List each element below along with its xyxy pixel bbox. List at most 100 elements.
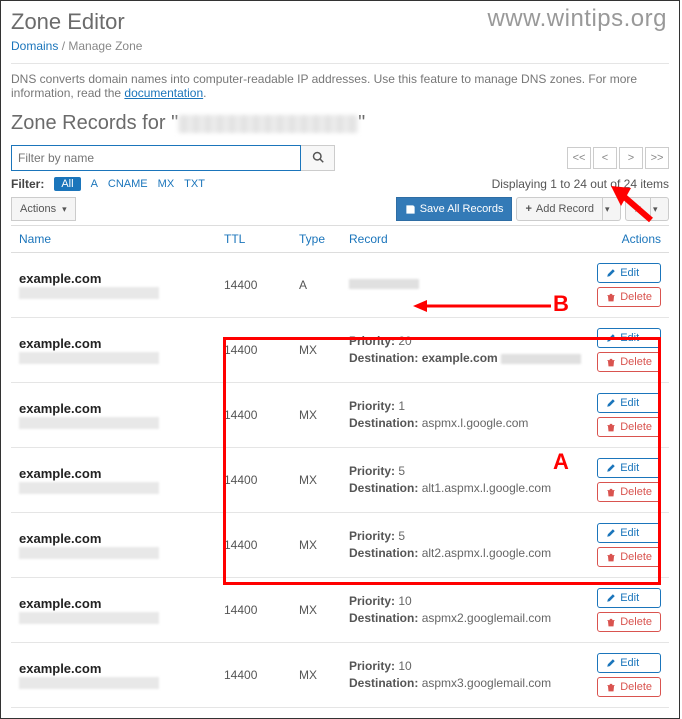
cell-name: example.com [11, 383, 216, 448]
record-name: example.com [19, 271, 101, 286]
table-row: example.com 14400MXPriority: 10Destinati… [11, 578, 669, 643]
actions-dropdown[interactable]: Actions▾ [11, 197, 76, 221]
pager-next[interactable]: > [619, 147, 643, 169]
filter-a[interactable]: A [91, 178, 98, 190]
pager-last[interactable]: >> [645, 147, 669, 169]
cell-actions: Edit Delete [589, 643, 669, 708]
pencil-icon [606, 463, 616, 473]
filter-mx[interactable]: MX [158, 178, 175, 190]
pencil-icon [606, 658, 616, 668]
cell-actions: Edit Delete [589, 318, 669, 383]
pager-prev[interactable]: < [593, 147, 617, 169]
edit-button[interactable]: Edit [597, 588, 661, 608]
cell-record: Priority: 10Destination: aspmx3.googlema… [341, 643, 589, 708]
filter-cname[interactable]: CNAME [108, 178, 148, 190]
record-name: example.com [19, 466, 101, 481]
edit-button[interactable]: Edit [597, 393, 661, 413]
zone-records-header: Zone Records for "" [11, 112, 669, 135]
edit-button[interactable]: Edit [597, 653, 661, 673]
delete-button[interactable]: Delete [597, 677, 661, 697]
delete-button[interactable]: Delete [597, 287, 661, 307]
annotation-arrow-b [413, 299, 553, 313]
col-type[interactable]: Type [291, 226, 341, 253]
cell-record: Priority: 1Destination: aspmx.l.google.c… [341, 383, 589, 448]
annotation-label-b: B [553, 291, 569, 317]
cell-type: MX [291, 513, 341, 578]
cell-actions: Edit Delete [589, 383, 669, 448]
documentation-link[interactable]: documentation [124, 86, 203, 100]
breadcrumb-current: Manage Zone [68, 39, 142, 53]
edit-button[interactable]: Edit [597, 458, 661, 478]
cell-name: example.com [11, 643, 216, 708]
record-name: example.com [19, 401, 101, 416]
table-row: example.com 14400MXPriority: 10Destinati… [11, 643, 669, 708]
cell-name: example.com [11, 578, 216, 643]
cell-ttl: 14400 [216, 448, 291, 513]
cell-name: example.com [11, 253, 216, 318]
trash-icon [606, 487, 616, 497]
chevron-down-icon: ▾ [62, 204, 67, 215]
trash-icon [606, 552, 616, 562]
trash-icon [606, 422, 616, 432]
table-row: example.com 14400MXPriority: 5Destinatio… [11, 448, 669, 513]
record-name: example.com [19, 661, 101, 676]
table-row: example.com 14400MXPriority: 1Destinatio… [11, 383, 669, 448]
edit-button[interactable]: Edit [597, 523, 661, 543]
record-name: example.com [19, 336, 101, 351]
pager: << < > >> [567, 147, 669, 169]
delete-button[interactable]: Delete [597, 547, 661, 567]
pager-first[interactable]: << [567, 147, 591, 169]
page-description: DNS converts domain names into computer-… [11, 63, 669, 100]
records-table: Name TTL Type Record Actions example.com… [11, 225, 669, 708]
delete-button[interactable]: Delete [597, 352, 661, 372]
filter-txt[interactable]: TXT [184, 178, 205, 190]
table-row: example.com 14400AEditDelete [11, 253, 669, 318]
redacted [19, 352, 159, 364]
edit-button[interactable]: Edit [597, 328, 661, 348]
delete-button[interactable]: Delete [597, 482, 661, 502]
cell-type: MX [291, 383, 341, 448]
breadcrumb-root[interactable]: Domains [11, 39, 58, 53]
redacted [349, 279, 419, 289]
save-all-records-button[interactable]: Save All Records [396, 197, 513, 221]
watermark: www.wintips.org [487, 5, 667, 33]
redacted [19, 677, 159, 689]
col-name[interactable]: Name [11, 226, 216, 253]
cell-record: Priority: 5Destination: alt2.aspmx.l.goo… [341, 513, 589, 578]
col-ttl[interactable]: TTL [216, 226, 291, 253]
filter-all[interactable]: All [54, 177, 80, 191]
record-name: example.com [19, 531, 101, 546]
cell-type: MX [291, 578, 341, 643]
pencil-icon [606, 398, 616, 408]
add-record-button[interactable]: + Add Record [516, 197, 603, 221]
redacted-domain [178, 115, 358, 133]
table-row: example.com 14400MXPriority: 5Destinatio… [11, 513, 669, 578]
trash-icon [606, 617, 616, 627]
annotation-arrow-add [607, 184, 655, 224]
redacted [19, 547, 159, 559]
redacted [19, 612, 159, 624]
col-actions: Actions [589, 226, 669, 253]
cell-record: Priority: 5Destination: alt1.aspmx.l.goo… [341, 448, 589, 513]
redacted [19, 482, 159, 494]
trash-icon [606, 357, 616, 367]
breadcrumb: Domains / Manage Zone [11, 39, 669, 53]
cell-type: MX [291, 643, 341, 708]
cell-ttl: 14400 [216, 643, 291, 708]
redacted [19, 287, 159, 299]
cell-name: example.com [11, 448, 216, 513]
search-input[interactable] [11, 145, 301, 171]
trash-icon [606, 292, 616, 302]
delete-button[interactable]: Delete [597, 612, 661, 632]
cell-record: Priority: 10Destination: aspmx2.googlema… [341, 578, 589, 643]
cell-type: MX [291, 318, 341, 383]
cell-ttl: 14400 [216, 253, 291, 318]
filter-label: Filter: [11, 177, 44, 191]
search-button[interactable] [301, 145, 335, 171]
cell-name: example.com [11, 513, 216, 578]
edit-button[interactable]: Edit [597, 263, 661, 283]
col-record[interactable]: Record [341, 226, 589, 253]
delete-button[interactable]: Delete [597, 417, 661, 437]
cell-actions: Edit Delete [589, 448, 669, 513]
plus-icon: + [525, 203, 531, 215]
